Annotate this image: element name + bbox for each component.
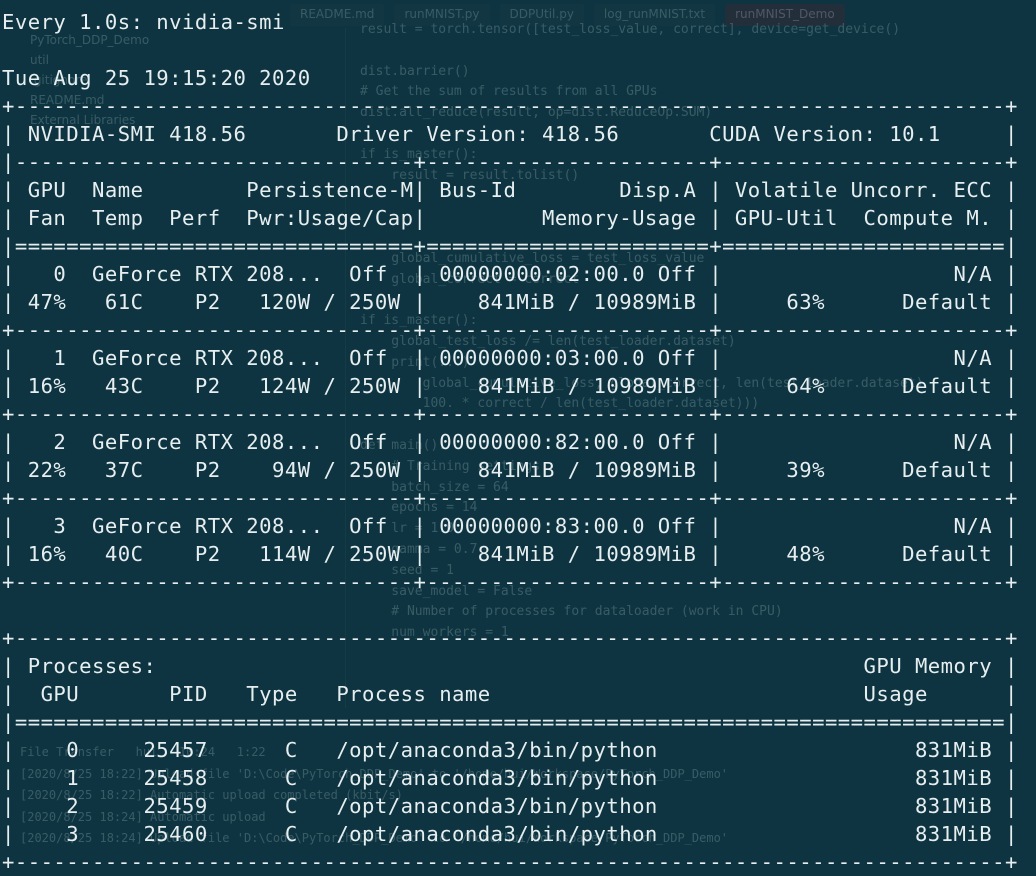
terminal-line: +---------------------------------------… <box>2 850 1018 874</box>
terminal-line: | GPU Name Persistence-M| Bus-Id Disp.A … <box>2 178 1018 202</box>
terminal-line: | 22% 37C P2 94W / 250W | 841MiB / 10989… <box>2 458 1018 482</box>
terminal-line: |-------------------------------+-------… <box>2 150 1018 174</box>
terminal-line: | Fan Temp Perf Pwr:Usage/Cap| Memory-Us… <box>2 206 1018 230</box>
terminal-line: +-------------------------------+-------… <box>2 486 1018 510</box>
terminal-line: +-------------------------------+-------… <box>2 570 1018 594</box>
terminal-line: | 2 GeForce RTX 208... Off | 00000000:82… <box>2 430 1018 454</box>
terminal-line: | 0 GeForce RTX 208... Off | 00000000:02… <box>2 262 1018 286</box>
terminal-line: | 2 25459 C /opt/anaconda3/bin/python 83… <box>2 794 1018 818</box>
terminal-line: Every 1.0s: nvidia-smi <box>2 10 285 34</box>
terminal-line: | 3 GeForce RTX 208... Off | 00000000:83… <box>2 514 1018 538</box>
nvidia-smi-terminal-output[interactable]: Every 1.0s: nvidia-smi Tue Aug 25 19:15:2… <box>2 8 1018 876</box>
terminal-line: | 1 25458 C /opt/anaconda3/bin/python 83… <box>2 766 1018 790</box>
terminal-line: | 47% 61C P2 120W / 250W | 841MiB / 1098… <box>2 290 1018 314</box>
terminal-line: | 16% 43C P2 124W / 250W | 841MiB / 1098… <box>2 374 1018 398</box>
terminal-line: +---------------------------------------… <box>2 626 1018 650</box>
terminal-line: Tue Aug 25 19:15:20 2020 <box>2 66 311 90</box>
terminal-line: | NVIDIA-SMI 418.56 Driver Version: 418.… <box>2 122 1018 146</box>
terminal-line: | 16% 40C P2 114W / 250W | 841MiB / 1098… <box>2 542 1018 566</box>
terminal-line: +---------------------------------------… <box>2 94 1018 118</box>
terminal-line: | 3 25460 C /opt/anaconda3/bin/python 83… <box>2 822 1018 846</box>
terminal-line: | 1 GeForce RTX 208... Off | 00000000:03… <box>2 346 1018 370</box>
terminal-line: |=======================================… <box>2 710 1018 734</box>
terminal-line: | 0 25457 C /opt/anaconda3/bin/python 83… <box>2 738 1018 762</box>
terminal-line: +-------------------------------+-------… <box>2 318 1018 342</box>
terminal-line: | Processes: GPU Memory | <box>2 654 1018 678</box>
terminal-line: +-------------------------------+-------… <box>2 402 1018 426</box>
terminal-line: | GPU PID Type Process name Usage | <box>2 682 1018 706</box>
terminal-line: |===============================+=======… <box>2 234 1018 258</box>
